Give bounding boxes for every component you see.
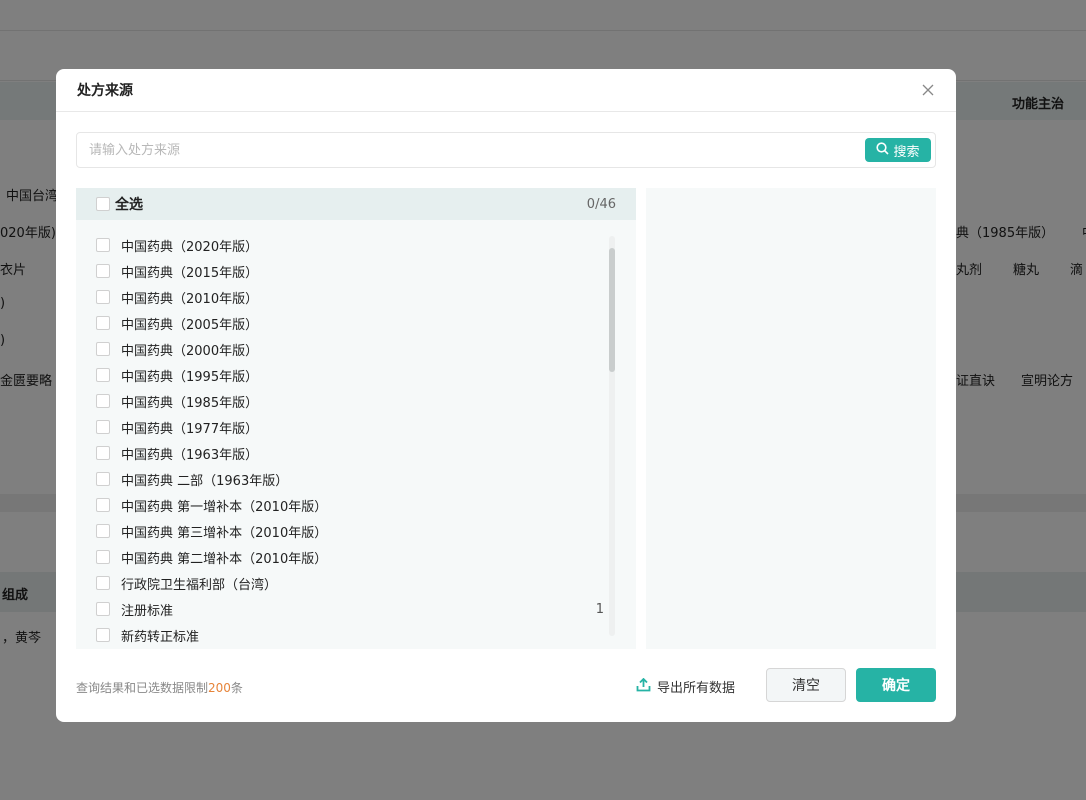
item-checkbox[interactable] — [96, 290, 110, 304]
list-item[interactable]: 中国药典（2005年版） — [76, 310, 616, 336]
list-item[interactable]: 中国药典 第一增补本（2010年版） — [76, 492, 616, 518]
item-checkbox[interactable] — [96, 446, 110, 460]
list-item[interactable]: 中国药典（1977年版） — [76, 414, 616, 440]
selected-items-panel — [646, 188, 936, 649]
item-label: 中国药典（2015年版） — [121, 265, 259, 281]
item-label: 注册标准 — [121, 603, 174, 619]
list-item[interactable]: 中国药典（2010年版） — [76, 284, 616, 310]
list-item[interactable]: 行政院卫生福利部（台湾） — [76, 570, 616, 596]
item-checkbox[interactable] — [96, 420, 110, 434]
item-checkbox[interactable] — [96, 342, 110, 356]
item-checkbox[interactable] — [96, 316, 110, 330]
list-item[interactable]: 中国药典（1985年版） — [76, 388, 616, 414]
item-checkbox[interactable] — [96, 602, 110, 616]
source-list-panel: 全选 0/46 中国药典（2020年版） 中国药典（2015年版） 中国药典（2… — [76, 188, 636, 649]
scrollbar-thumb[interactable] — [609, 248, 615, 372]
select-all-row: 全选 0/46 — [76, 188, 636, 220]
scrollbar[interactable] — [609, 236, 615, 636]
list-item[interactable]: 中国药典（2015年版） — [76, 258, 616, 284]
select-all-checkbox[interactable] — [96, 197, 110, 211]
clear-button[interactable]: 清空 — [766, 668, 846, 702]
prescription-source-dialog: 处方来源 搜索 全选 0/46 中国药典（2020年版） 中国药典（2015年版… — [56, 69, 956, 722]
item-checkbox[interactable] — [96, 394, 110, 408]
item-checkbox[interactable] — [96, 550, 110, 564]
export-all-button[interactable]: 导出所有数据 — [636, 677, 735, 696]
item-checkbox[interactable] — [96, 264, 110, 278]
item-count: 1 — [595, 601, 604, 617]
select-all-label: 全选 — [115, 197, 143, 213]
list-item[interactable]: 中国药典（1963年版） — [76, 440, 616, 466]
selection-count: 0/46 — [586, 196, 616, 212]
item-checkbox[interactable] — [96, 238, 110, 252]
dialog-header: 处方来源 — [56, 69, 956, 112]
item-label: 中国药典 第一增补本（2010年版） — [121, 499, 328, 515]
list-item[interactable]: 中国药典（2020年版） — [76, 232, 616, 258]
item-checkbox[interactable] — [96, 628, 110, 642]
item-checkbox[interactable] — [96, 368, 110, 382]
list-item[interactable]: 注册标准 1 — [76, 596, 616, 622]
search-button[interactable]: 搜索 — [865, 138, 931, 162]
search-input[interactable] — [77, 133, 857, 167]
list-item[interactable]: 中国药典 二部（1963年版） — [76, 466, 616, 492]
close-icon[interactable] — [918, 80, 938, 100]
limit-value: 200 — [208, 681, 231, 695]
item-label: 中国药典（1985年版） — [121, 395, 259, 411]
item-label: 中国药典（1995年版） — [121, 369, 259, 385]
item-label: 中国药典 二部（1963年版） — [121, 473, 289, 489]
item-checkbox[interactable] — [96, 524, 110, 538]
limit-note-suffix: 条 — [230, 681, 243, 695]
item-label: 中国药典（2020年版） — [121, 239, 259, 255]
item-checkbox[interactable] — [96, 576, 110, 590]
upload-icon — [636, 677, 651, 696]
item-checkbox[interactable] — [96, 498, 110, 512]
dialog-title: 处方来源 — [77, 83, 133, 99]
list-item[interactable]: 新药转正标准 — [76, 622, 616, 648]
search-icon — [876, 141, 890, 159]
limit-note-prefix: 查询结果和已选数据限制 — [76, 681, 209, 695]
item-label: 中国药典（2000年版） — [121, 343, 259, 359]
source-list: 中国药典（2020年版） 中国药典（2015年版） 中国药典（2010年版） 中… — [76, 232, 616, 648]
list-item[interactable]: 中国药典 第三增补本（2010年版） — [76, 518, 616, 544]
item-label: 中国药典 第二增补本（2010年版） — [121, 551, 328, 567]
item-label: 中国药典（1963年版） — [121, 447, 259, 463]
search-button-label: 搜索 — [893, 144, 920, 160]
export-label: 导出所有数据 — [657, 681, 736, 696]
search-bar: 搜索 — [76, 132, 936, 168]
item-label: 行政院卫生福利部（台湾） — [121, 577, 278, 593]
item-label: 中国药典（2010年版） — [121, 291, 259, 307]
confirm-button[interactable]: 确定 — [856, 668, 936, 702]
list-item[interactable]: 中国药典（2000年版） — [76, 336, 616, 362]
limit-note: 查询结果和已选数据限制200条 — [76, 679, 243, 696]
list-item[interactable]: 中国药典（1995年版） — [76, 362, 616, 388]
item-label: 中国药典 第三增补本（2010年版） — [121, 525, 328, 541]
item-label: 新药转正标准 — [121, 629, 200, 645]
item-label: 中国药典（1977年版） — [121, 421, 259, 437]
item-checkbox[interactable] — [96, 472, 110, 486]
item-label: 中国药典（2005年版） — [121, 317, 259, 333]
list-item[interactable]: 中国药典 第二增补本（2010年版） — [76, 544, 616, 570]
